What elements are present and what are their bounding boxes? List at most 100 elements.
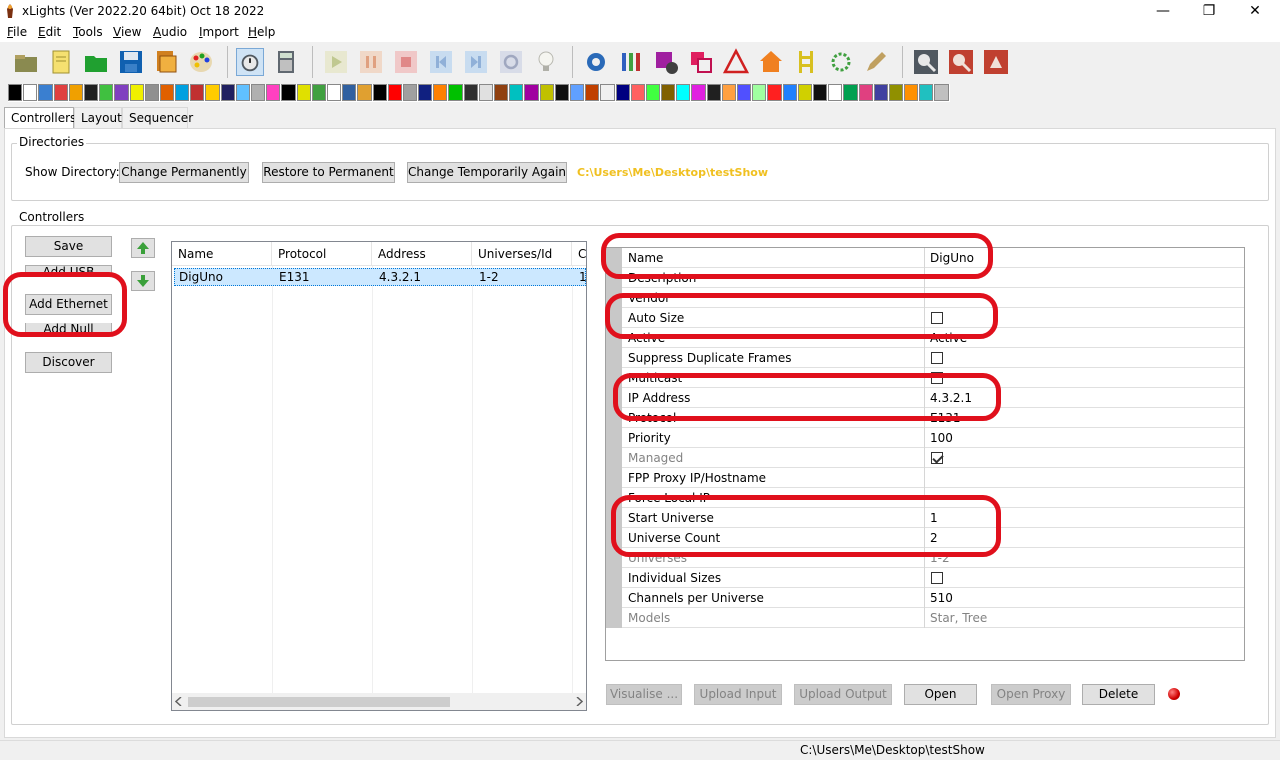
open-sequence-icon[interactable] [82, 48, 110, 76]
effect-icon[interactable] [858, 84, 873, 101]
property-value[interactable]: 100 [930, 431, 953, 445]
horizontal-scrollbar[interactable] [172, 693, 586, 710]
effect-icon[interactable] [190, 84, 205, 101]
zoom-in-icon[interactable] [912, 48, 940, 76]
effect-icon[interactable] [554, 84, 569, 101]
save-as-icon[interactable] [152, 48, 180, 76]
effect-icon[interactable] [83, 84, 99, 101]
play-icon[interactable] [322, 48, 350, 76]
effect-icon[interactable] [463, 84, 478, 101]
scroll-left-icon[interactable] [175, 697, 183, 706]
property-value[interactable]: Star, Tree [930, 611, 987, 625]
model-settings-icon[interactable] [652, 48, 680, 76]
house-icon[interactable] [757, 48, 785, 76]
scroll-right-icon[interactable] [575, 697, 583, 706]
effect-icon[interactable] [919, 84, 934, 101]
effect-icon[interactable] [782, 84, 797, 101]
restore-to-permanent-button[interactable]: Restore to Permanent [262, 162, 395, 183]
lightbulb-icon[interactable] [532, 48, 560, 76]
ladder-icon[interactable] [792, 48, 820, 76]
effect-icon[interactable] [402, 84, 418, 101]
effect-icon[interactable] [752, 84, 767, 101]
delete-button[interactable]: Delete [1082, 684, 1155, 705]
property-checkbox[interactable] [931, 572, 943, 584]
effect-icon[interactable] [539, 84, 554, 101]
effect-icon[interactable] [387, 84, 402, 101]
effect-icon[interactable] [372, 84, 387, 101]
effect-icon[interactable] [433, 84, 448, 101]
effect-icon[interactable] [418, 84, 433, 101]
layers-icon[interactable] [687, 48, 715, 76]
property-row[interactable]: Priority 100 [606, 428, 1244, 448]
tab-sequencer[interactable]: Sequencer [122, 107, 193, 128]
tab-layout[interactable]: Layout [74, 107, 122, 128]
effect-icon[interactable] [53, 84, 68, 101]
discover-button[interactable]: Discover [25, 352, 112, 373]
close-button[interactable]: ✕ [1232, 0, 1278, 22]
effect-icon[interactable] [129, 84, 144, 101]
effect-icon[interactable] [828, 84, 843, 101]
effect-icon[interactable] [767, 84, 782, 101]
move-down-button[interactable] [131, 271, 155, 291]
move-up-button[interactable] [131, 238, 155, 258]
effect-icon[interactable] [159, 84, 175, 101]
color-palette-icon[interactable] [187, 48, 215, 76]
pause-icon[interactable] [357, 48, 385, 76]
effect-icon[interactable] [357, 84, 372, 101]
effect-icon[interactable] [524, 84, 539, 101]
effect-icon[interactable] [266, 84, 281, 101]
timer-icon[interactable] [236, 48, 264, 76]
effect-icon[interactable] [569, 84, 585, 101]
property-checkbox[interactable] [931, 452, 943, 464]
effect-icon[interactable] [630, 84, 645, 101]
effect-icon[interactable] [144, 84, 159, 101]
effect-icon[interactable] [706, 84, 721, 101]
property-row[interactable]: FPP Proxy IP/Hostname [606, 468, 1244, 488]
menu-help[interactable]: Help [248, 25, 275, 39]
rewind-icon[interactable] [427, 48, 455, 76]
menu-tools[interactable]: Tools [73, 25, 103, 39]
effect-icon[interactable] [296, 84, 311, 101]
export-icon[interactable] [982, 48, 1010, 76]
column-c[interactable]: C [572, 242, 586, 266]
tab-controllers[interactable]: Controllers [4, 107, 76, 129]
property-row[interactable]: Suppress Duplicate Frames [606, 348, 1244, 368]
effect-icon[interactable] [175, 84, 190, 101]
upload-output-button[interactable]: Upload Output [794, 684, 892, 705]
replay-icon[interactable] [497, 48, 525, 76]
effect-icon[interactable] [205, 84, 220, 101]
maximize-button[interactable]: ❐ [1186, 0, 1232, 22]
open-proxy-button[interactable]: Open Proxy [991, 684, 1071, 705]
effect-icon[interactable] [281, 84, 296, 101]
property-row[interactable]: Individual Sizes [606, 568, 1244, 588]
stop-icon[interactable] [392, 48, 420, 76]
save-button[interactable]: Save [25, 236, 112, 257]
property-row[interactable]: Channels per Universe 510 [606, 588, 1244, 608]
visualise-button[interactable]: Visualise ... [606, 684, 682, 705]
scrollbar-thumb[interactable] [188, 697, 450, 707]
effect-icon[interactable] [645, 84, 661, 101]
effect-icon[interactable] [600, 84, 615, 101]
effect-icon[interactable] [251, 84, 266, 101]
column-name[interactable]: Name [172, 242, 272, 266]
upload-input-button[interactable]: Upload Input [694, 684, 782, 705]
effect-icon[interactable] [691, 84, 706, 101]
effect-icon[interactable] [235, 84, 250, 101]
effect-icon[interactable] [311, 84, 326, 101]
effect-icon[interactable] [888, 84, 904, 101]
table-row[interactable]: DigUno E131 4.3.2.1 1-2 1 [174, 268, 586, 286]
warning-triangle-icon[interactable] [722, 48, 750, 76]
pencil-icon[interactable] [862, 48, 890, 76]
effect-icon[interactable] [326, 84, 342, 101]
property-row[interactable]: Managed [606, 448, 1244, 468]
new-sequence-icon[interactable] [47, 48, 75, 76]
effect-icon[interactable] [661, 84, 676, 101]
property-checkbox[interactable] [931, 352, 943, 364]
effect-icon[interactable] [797, 84, 812, 101]
menu-view[interactable]: View [113, 25, 141, 39]
effect-icon[interactable] [23, 84, 38, 101]
pixel-strings-icon[interactable] [617, 48, 645, 76]
column-address[interactable]: Address [372, 242, 472, 266]
save-icon[interactable] [117, 48, 145, 76]
effect-icon[interactable] [8, 84, 23, 101]
